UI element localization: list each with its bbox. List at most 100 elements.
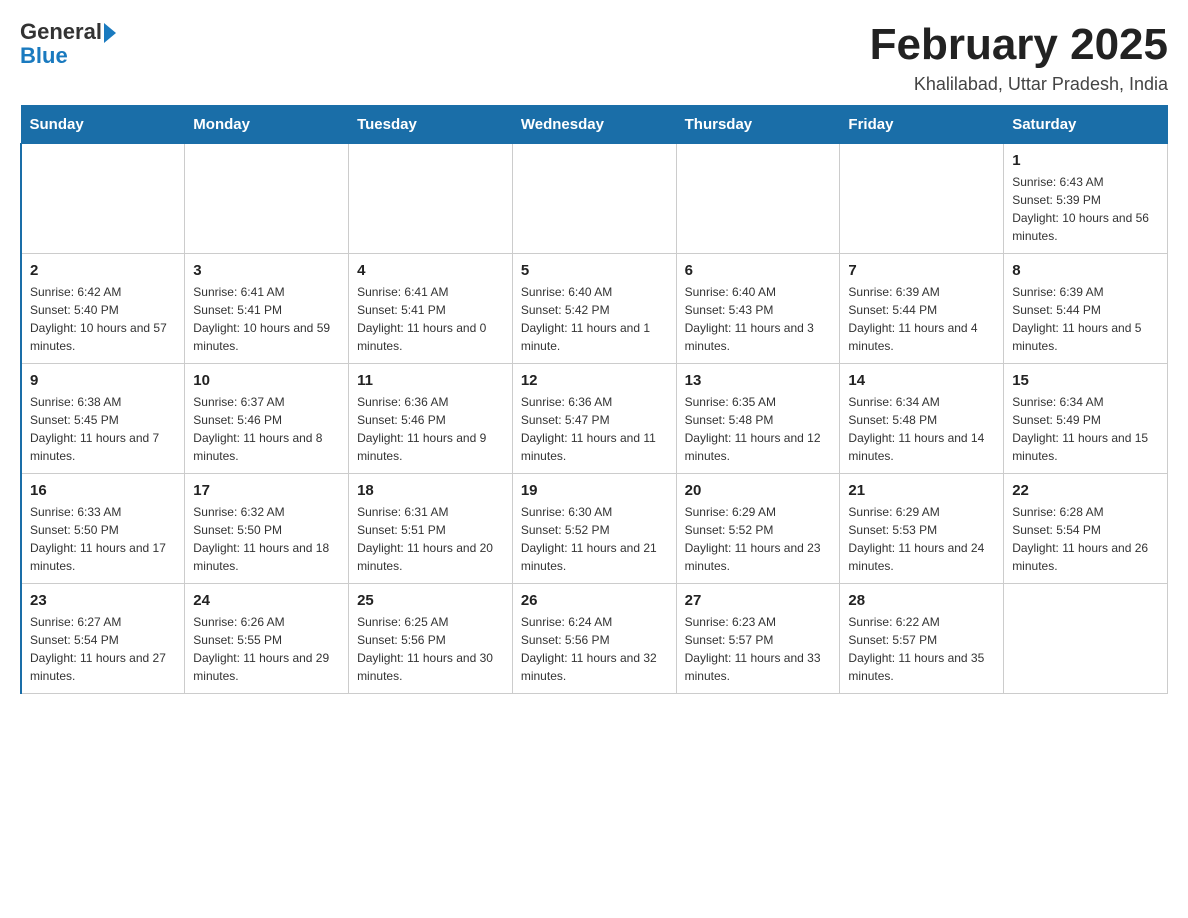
calendar-cell: 9 Sunrise: 6:38 AMSunset: 5:45 PMDaylight… [21,364,185,474]
calendar-cell: 22Sunrise: 6:28 AMSunset: 5:54 PMDayligh… [1004,474,1168,584]
calendar-table: SundayMondayTuesdayWednesdayThursdayFrid… [20,105,1168,694]
day-number: 23 [30,592,176,609]
calendar-cell: 3 Sunrise: 6:41 AMSunset: 5:41 PMDaylight… [185,254,349,364]
day-number: 10 [193,372,340,389]
day-info: Sunrise: 6:24 AMSunset: 5:56 PMDaylight:… [521,613,668,685]
day-number: 7 [848,262,995,279]
weekday-header-monday: Monday [185,106,349,144]
day-number: 12 [521,372,668,389]
week-row-2: 2Sunrise: 6:42 AMSunset: 5:40 PMDaylight… [21,254,1168,364]
logo-blue: Blue [20,44,116,68]
calendar-cell: 12Sunrise: 6:36 AMSunset: 5:47 PMDayligh… [512,364,676,474]
day-number: 21 [848,482,995,499]
day-number: 13 [685,372,832,389]
calendar-cell: 4Sunrise: 6:41 AMSunset: 5:41 PMDaylight… [349,254,513,364]
weekday-header-tuesday: Tuesday [349,106,513,144]
calendar-cell: 16 Sunrise: 6:33 AMSunset: 5:50 PMDayligh… [21,474,185,584]
calendar-cell: 25 Sunrise: 6:25 AMSunset: 5:56 PMDayligh… [349,584,513,694]
calendar-cell: 19 Sunrise: 6:30 AMSunset: 5:52 PMDayligh… [512,474,676,584]
day-info: Sunrise: 6:29 AMSunset: 5:52 PMDaylight:… [685,503,832,575]
page-header: General Blue February 2025 Khalilabad, U… [20,20,1168,95]
calendar-cell: 28 Sunrise: 6:22 AMSunset: 5:57 PMDayligh… [840,584,1004,694]
day-number: 3 [193,262,340,279]
calendar-cell: 2Sunrise: 6:42 AMSunset: 5:40 PMDaylight… [21,254,185,364]
calendar-header: SundayMondayTuesdayWednesdayThursdayFrid… [21,106,1168,144]
day-number: 11 [357,372,504,389]
calendar-cell: 14 Sunrise: 6:34 AMSunset: 5:48 PMDayligh… [840,364,1004,474]
day-number: 25 [357,592,504,609]
weekday-header-sunday: Sunday [21,106,185,144]
calendar-cell: 8 Sunrise: 6:39 AMSunset: 5:44 PMDaylight… [1004,254,1168,364]
day-info: Sunrise: 6:33 AMSunset: 5:50 PMDaylight:… [30,503,176,575]
day-info: Sunrise: 6:39 AMSunset: 5:44 PMDaylight:… [1012,283,1159,355]
calendar-cell: 13 Sunrise: 6:35 AMSunset: 5:48 PMDayligh… [676,364,840,474]
day-info: Sunrise: 6:40 AMSunset: 5:43 PMDaylight:… [685,283,832,355]
calendar-cell: 15 Sunrise: 6:34 AMSunset: 5:49 PMDayligh… [1004,364,1168,474]
day-number: 5 [521,262,668,279]
calendar-subtitle: Khalilabad, Uttar Pradesh, India [870,74,1168,95]
logo-arrow-icon [104,23,116,43]
day-info: Sunrise: 6:22 AMSunset: 5:57 PMDaylight:… [848,613,995,685]
calendar-cell [840,144,1004,254]
calendar-cell [349,144,513,254]
calendar-title: February 2025 [870,20,1168,70]
weekday-header-saturday: Saturday [1004,106,1168,144]
calendar-cell: 24 Sunrise: 6:26 AMSunset: 5:55 PMDayligh… [185,584,349,694]
calendar-cell: 27Sunrise: 6:23 AMSunset: 5:57 PMDayligh… [676,584,840,694]
weekday-header-wednesday: Wednesday [512,106,676,144]
calendar-body: 1Sunrise: 6:43 AMSunset: 5:39 PMDaylight… [21,144,1168,694]
calendar-cell [21,144,185,254]
logo-general: General [20,20,102,44]
weekday-header-row: SundayMondayTuesdayWednesdayThursdayFrid… [21,106,1168,144]
day-number: 26 [521,592,668,609]
calendar-cell: 26 Sunrise: 6:24 AMSunset: 5:56 PMDayligh… [512,584,676,694]
day-info: Sunrise: 6:41 AMSunset: 5:41 PMDaylight:… [193,283,340,355]
day-number: 14 [848,372,995,389]
calendar-cell: 11 Sunrise: 6:36 AMSunset: 5:46 PMDayligh… [349,364,513,474]
day-number: 24 [193,592,340,609]
day-number: 4 [357,262,504,279]
day-info: Sunrise: 6:34 AMSunset: 5:48 PMDaylight:… [848,393,995,465]
day-number: 2 [30,262,176,279]
week-row-1: 1Sunrise: 6:43 AMSunset: 5:39 PMDaylight… [21,144,1168,254]
day-number: 1 [1012,152,1159,169]
day-number: 19 [521,482,668,499]
day-number: 28 [848,592,995,609]
day-info: Sunrise: 6:31 AMSunset: 5:51 PMDaylight:… [357,503,504,575]
day-info: Sunrise: 6:39 AMSunset: 5:44 PMDaylight:… [848,283,995,355]
day-number: 16 [30,482,176,499]
day-number: 8 [1012,262,1159,279]
calendar-cell: 20Sunrise: 6:29 AMSunset: 5:52 PMDayligh… [676,474,840,584]
day-info: Sunrise: 6:29 AMSunset: 5:53 PMDaylight:… [848,503,995,575]
calendar-cell [512,144,676,254]
day-number: 9 [30,372,176,389]
day-info: Sunrise: 6:26 AMSunset: 5:55 PMDaylight:… [193,613,340,685]
week-row-3: 9 Sunrise: 6:38 AMSunset: 5:45 PMDaylight… [21,364,1168,474]
day-number: 22 [1012,482,1159,499]
day-number: 6 [685,262,832,279]
logo: General Blue [20,20,116,68]
day-info: Sunrise: 6:32 AMSunset: 5:50 PMDaylight:… [193,503,340,575]
calendar-cell: 5 Sunrise: 6:40 AMSunset: 5:42 PMDaylight… [512,254,676,364]
day-number: 17 [193,482,340,499]
calendar-cell: 21 Sunrise: 6:29 AMSunset: 5:53 PMDayligh… [840,474,1004,584]
calendar-cell [1004,584,1168,694]
day-info: Sunrise: 6:25 AMSunset: 5:56 PMDaylight:… [357,613,504,685]
day-info: Sunrise: 6:34 AMSunset: 5:49 PMDaylight:… [1012,393,1159,465]
weekday-header-friday: Friday [840,106,1004,144]
day-info: Sunrise: 6:40 AMSunset: 5:42 PMDaylight:… [521,283,668,355]
calendar-cell: 1Sunrise: 6:43 AMSunset: 5:39 PMDaylight… [1004,144,1168,254]
day-info: Sunrise: 6:30 AMSunset: 5:52 PMDaylight:… [521,503,668,575]
calendar-cell: 7 Sunrise: 6:39 AMSunset: 5:44 PMDaylight… [840,254,1004,364]
calendar-cell: 23Sunrise: 6:27 AMSunset: 5:54 PMDayligh… [21,584,185,694]
week-row-5: 23Sunrise: 6:27 AMSunset: 5:54 PMDayligh… [21,584,1168,694]
weekday-header-thursday: Thursday [676,106,840,144]
calendar-cell [676,144,840,254]
day-info: Sunrise: 6:38 AMSunset: 5:45 PMDaylight:… [30,393,176,465]
title-block: February 2025 Khalilabad, Uttar Pradesh,… [870,20,1168,95]
day-number: 15 [1012,372,1159,389]
day-info: Sunrise: 6:36 AMSunset: 5:46 PMDaylight:… [357,393,504,465]
calendar-cell: 18 Sunrise: 6:31 AMSunset: 5:51 PMDayligh… [349,474,513,584]
day-number: 18 [357,482,504,499]
day-info: Sunrise: 6:35 AMSunset: 5:48 PMDaylight:… [685,393,832,465]
